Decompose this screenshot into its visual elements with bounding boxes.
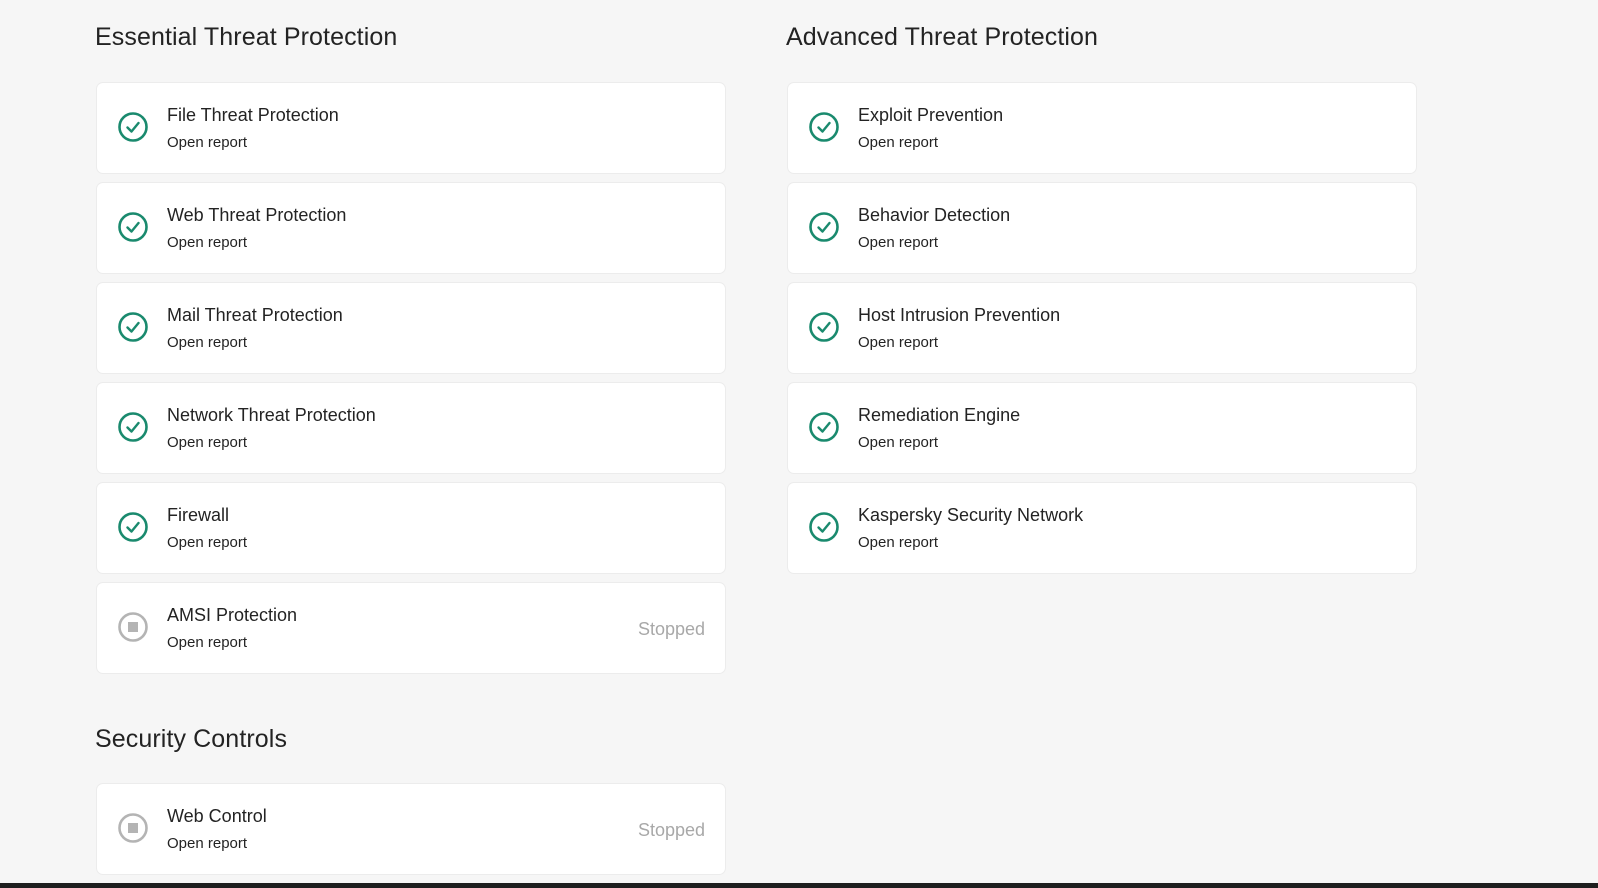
check-circle-icon (118, 312, 148, 342)
component-card-exploit-prevention[interactable]: Exploit Prevention Open report (788, 83, 1416, 173)
component-name: Mail Threat Protection (167, 305, 343, 325)
component-name: Web Control (167, 806, 267, 826)
component-card-behavior-detection[interactable]: Behavior Detection Open report (788, 183, 1416, 273)
component-name: Kaspersky Security Network (858, 505, 1084, 525)
check-circle-icon (809, 212, 839, 242)
window-bottom-edge (0, 883, 1598, 888)
component-name: File Threat Protection (167, 105, 339, 125)
check-circle-icon (809, 312, 839, 342)
check-circle-icon (118, 512, 148, 542)
open-report-link[interactable]: Open report (167, 334, 247, 351)
component-card-kaspersky-security-network[interactable]: Kaspersky Security Network Open report (788, 483, 1416, 573)
component-name: Exploit Prevention (858, 105, 1004, 125)
open-report-link[interactable]: Open report (858, 534, 938, 551)
stopped-circle-icon (118, 612, 148, 642)
check-circle-icon (118, 412, 148, 442)
open-report-link[interactable]: Open report (167, 234, 247, 251)
component-name: Behavior Detection (858, 205, 1011, 225)
section-title-essential: Essential Threat Protection (95, 23, 398, 51)
component-name: Host Intrusion Prevention (858, 305, 1061, 325)
open-report-link[interactable]: Open report (167, 634, 247, 651)
component-name: AMSI Protection (167, 605, 298, 625)
component-card-mail-threat-protection[interactable]: Mail Threat Protection Open report (97, 283, 725, 373)
component-name: Remediation Engine (858, 405, 1021, 425)
check-circle-icon (809, 512, 839, 542)
component-card-web-control[interactable]: Web Control Open report Stopped (97, 784, 725, 874)
open-report-link[interactable]: Open report (858, 234, 938, 251)
open-report-link[interactable]: Open report (167, 134, 247, 151)
section-title-controls: Security Controls (95, 725, 288, 753)
component-card-remediation-engine[interactable]: Remediation Engine Open report (788, 383, 1416, 473)
check-circle-icon (809, 112, 839, 142)
component-name: Network Threat Protection (167, 405, 376, 425)
component-card-host-intrusion-prevention[interactable]: Host Intrusion Prevention Open report (788, 283, 1416, 373)
open-report-link[interactable]: Open report (167, 835, 247, 852)
check-circle-icon (118, 212, 148, 242)
stopped-circle-icon (118, 813, 148, 843)
open-report-link[interactable]: Open report (167, 534, 247, 551)
status-label: Stopped (637, 820, 705, 840)
open-report-link[interactable]: Open report (858, 134, 938, 151)
section-title-advanced: Advanced Threat Protection (786, 23, 1099, 51)
component-card-web-threat-protection[interactable]: Web Threat Protection Open report (97, 183, 725, 273)
component-card-network-threat-protection[interactable]: Network Threat Protection Open report (97, 383, 725, 473)
component-name: Firewall (167, 505, 230, 525)
check-circle-icon (809, 412, 839, 442)
component-name: Web Threat Protection (167, 205, 347, 225)
open-report-link[interactable]: Open report (167, 434, 247, 451)
open-report-link[interactable]: Open report (858, 434, 938, 451)
open-report-link[interactable]: Open report (858, 334, 938, 351)
status-label: Stopped (637, 619, 705, 639)
component-card-firewall[interactable]: Firewall Open report (97, 483, 725, 573)
check-circle-icon (118, 112, 148, 142)
component-card-file-threat-protection[interactable]: File Threat Protection Open report (97, 83, 725, 173)
component-card-amsi-protection[interactable]: AMSI Protection Open report Stopped (97, 583, 725, 673)
